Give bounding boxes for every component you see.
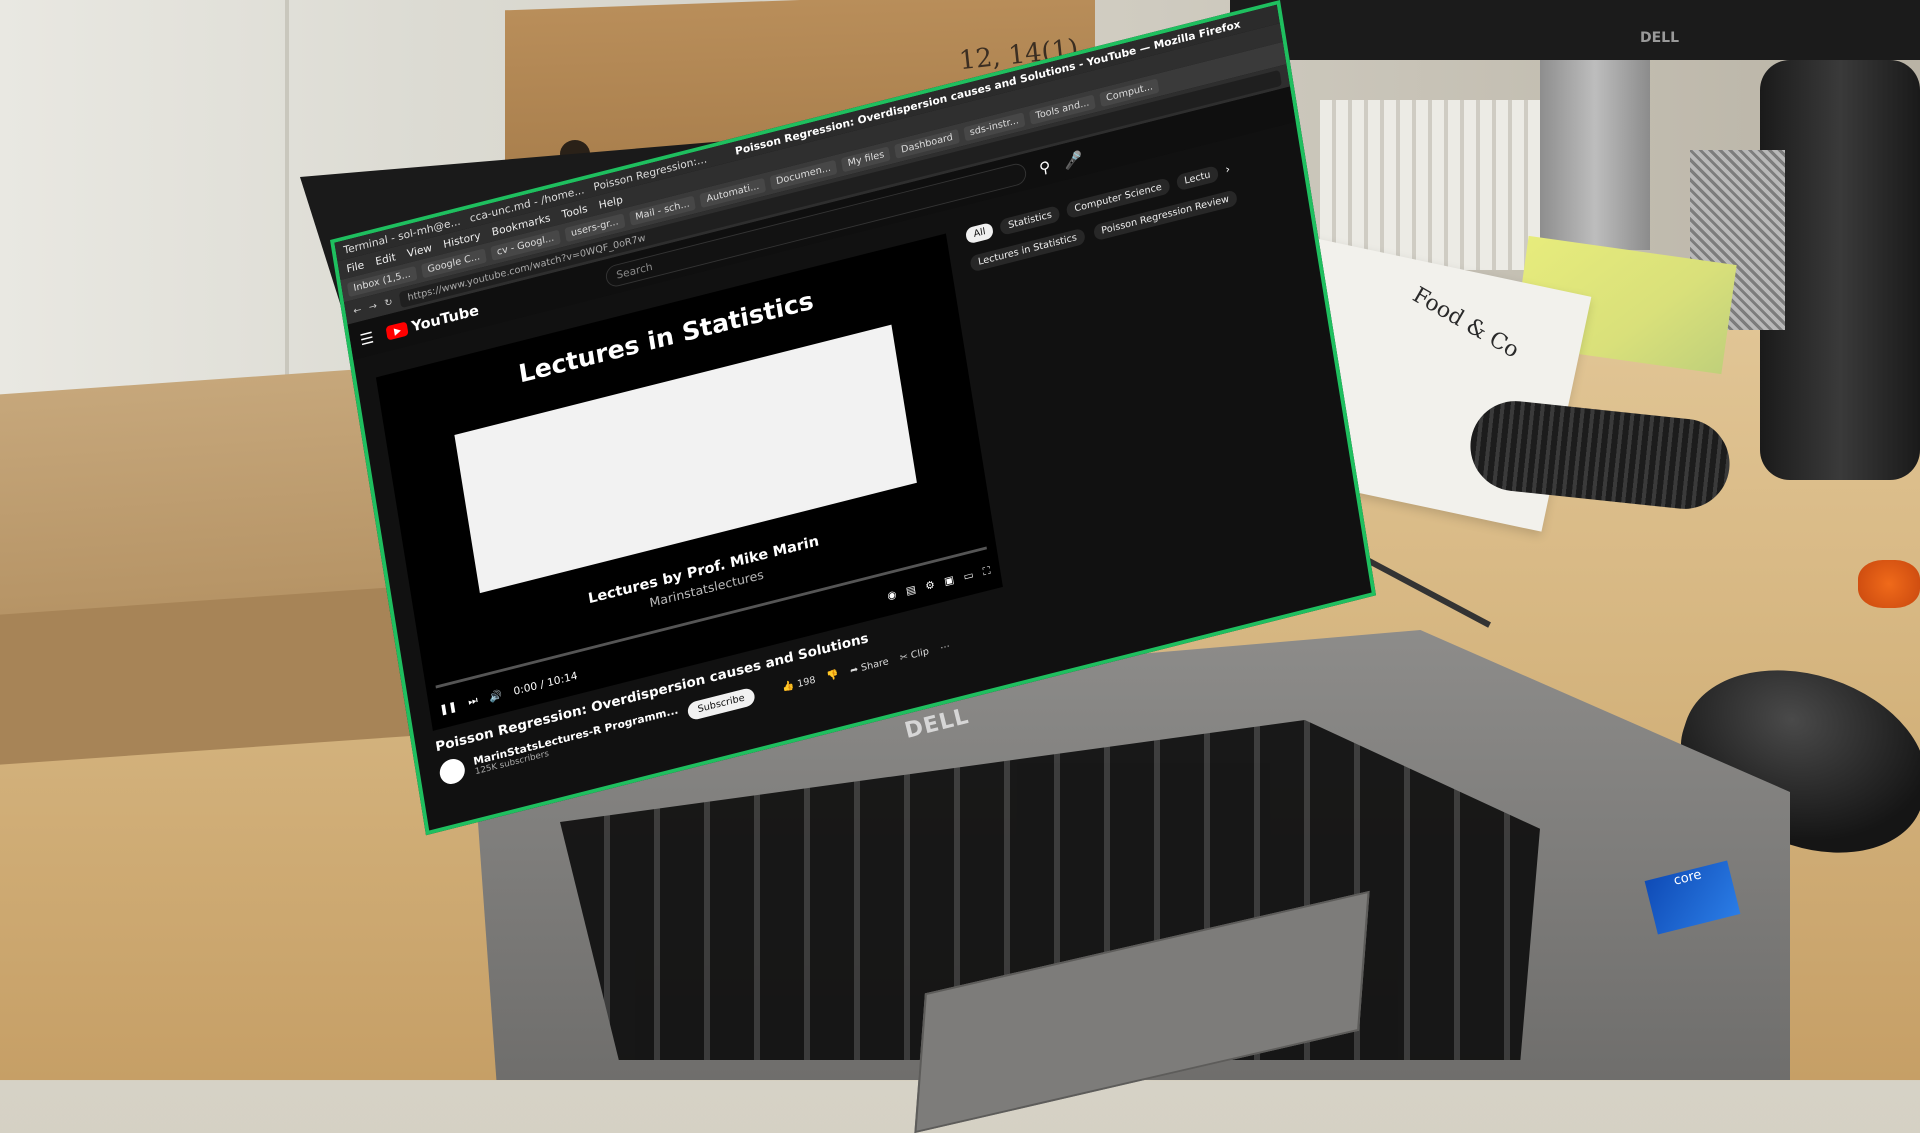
volume-icon[interactable]: 🔊	[488, 688, 503, 703]
thumbs-up-icon: 👍	[782, 680, 795, 693]
time-display: 0:00 / 10:14	[513, 669, 579, 697]
chip-statistics[interactable]: Statistics	[999, 205, 1060, 236]
monitor	[1230, 0, 1920, 60]
captions-icon[interactable]: ▤	[905, 583, 917, 599]
chip-lectures[interactable]: Lectu	[1176, 165, 1220, 191]
back-icon[interactable]: ←	[353, 304, 363, 316]
like-button[interactable]: 👍 198	[782, 675, 817, 694]
like-count: 198	[797, 675, 817, 690]
mic-icon[interactable]: 🎤	[1062, 148, 1084, 170]
search-icon[interactable]: ⚲	[1038, 157, 1052, 177]
menu-file[interactable]: File	[346, 258, 365, 275]
share-icon: ➦	[849, 664, 859, 676]
autoplay-icon[interactable]: ◉	[886, 588, 897, 603]
clip-label: Clip	[910, 646, 930, 661]
menu-icon[interactable]: ☰	[359, 328, 375, 349]
youtube-logo-text: YouTube	[410, 302, 480, 336]
more-icon[interactable]: ⋯	[939, 641, 950, 654]
next-icon[interactable]: ⏭	[467, 694, 479, 709]
settings-icon[interactable]: ⚙	[924, 578, 935, 593]
pause-icon[interactable]: ❚❚	[438, 699, 457, 716]
thumbs-down-icon: 👎	[826, 669, 839, 682]
youtube-play-icon	[386, 321, 409, 340]
subscribe-button[interactable]: Subscribe	[687, 686, 756, 720]
share-label: Share	[860, 656, 889, 673]
clip-button[interactable]: ✂ Clip	[899, 646, 930, 664]
theater-icon[interactable]: ▭	[963, 568, 975, 584]
miniplayer-icon[interactable]: ▣	[943, 573, 955, 589]
laptop-screen-area: Terminal - sol-mh@e... cca-unc.md - /hom…	[290, 120, 1290, 760]
forward-icon[interactable]: →	[368, 300, 378, 312]
avatar[interactable]	[438, 756, 467, 786]
reload-icon[interactable]: ↻	[384, 297, 394, 309]
scissors-icon: ✂	[899, 651, 909, 663]
menu-edit[interactable]: Edit	[374, 250, 396, 267]
wall-seam	[285, 0, 289, 420]
laptop-screen: Terminal - sol-mh@e... cca-unc.md - /hom…	[330, 0, 1376, 835]
monitor-stand	[1540, 60, 1650, 250]
fullscreen-icon[interactable]: ⛶	[982, 564, 991, 579]
dislike-button[interactable]: 👎	[826, 669, 839, 682]
chip-all[interactable]: All	[965, 222, 995, 245]
orange-cap	[1858, 560, 1920, 608]
chevron-right-icon[interactable]: ›	[1224, 162, 1231, 179]
monitor-brand: DELL	[1640, 30, 1710, 50]
share-button[interactable]: ➦ Share	[849, 656, 889, 676]
